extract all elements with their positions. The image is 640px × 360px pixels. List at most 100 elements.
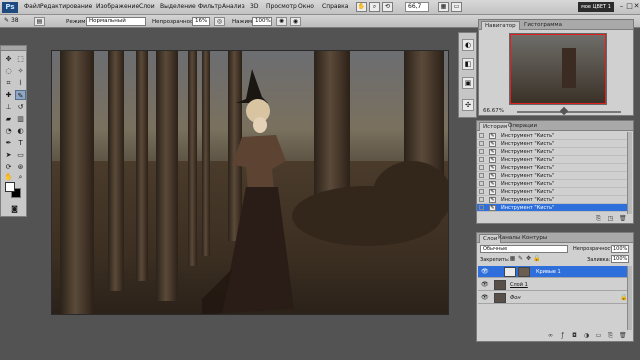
quick-mask-icon[interactable]: ◙ [9, 204, 20, 214]
pressure-opacity-icon[interactable]: ◎ [214, 17, 225, 26]
layers-scrollbar[interactable] [627, 266, 632, 330]
zoom-icon[interactable]: ⌕ [369, 2, 380, 12]
opacity-input[interactable]: 16% [192, 17, 210, 26]
3d-rotate-tool-icon[interactable]: ⟳ [3, 162, 14, 172]
history-source-checkbox[interactable] [479, 189, 484, 194]
zoom-tool-icon[interactable]: ⌕ [15, 172, 26, 182]
close-icon[interactable]: ✕ [633, 2, 640, 11]
shape-tool-icon[interactable]: ▭ [15, 150, 26, 160]
trash-icon[interactable]: 🗑 [619, 215, 627, 222]
history-source-checkbox[interactable] [479, 149, 484, 154]
color-panel-icon[interactable]: ◐ [462, 39, 474, 51]
history-item[interactable]: ✎ Инструмент "Кисть" [477, 180, 627, 188]
quick-select-tool-icon[interactable]: ✧ [15, 66, 26, 76]
arrange-documents-icon[interactable]: ▦ [438, 2, 449, 12]
menu-window[interactable]: Окно [298, 3, 314, 10]
history-brush-tool-icon[interactable]: ↺ [15, 102, 26, 112]
lock-pixels-icon[interactable]: ✎ [517, 255, 524, 262]
tab-paths[interactable]: Контуры [519, 234, 550, 243]
marquee-tool-icon[interactable]: ⬚ [15, 54, 26, 64]
path-select-tool-icon[interactable]: ➤ [3, 150, 14, 160]
layer-row-layer1[interactable]: 👁 Слой 1 [478, 279, 632, 291]
layer-opacity-input[interactable]: 100% [611, 245, 629, 253]
toolbox-grip[interactable] [1, 46, 26, 51]
history-scrollbar[interactable] [627, 132, 632, 214]
airbrush-icon[interactable]: ✺ [276, 17, 287, 26]
history-source-checkbox[interactable] [479, 133, 484, 138]
navigator-zoom-value[interactable]: 66.67% [483, 108, 504, 114]
navigator-zoom-knob[interactable] [559, 106, 569, 116]
history-item[interactable]: ✎ Инструмент "Кисть" [477, 156, 627, 164]
pen-tool-icon[interactable]: ✒ [3, 138, 14, 148]
menu-edit[interactable]: Редактирование [40, 3, 92, 10]
restore-icon[interactable]: □ [626, 2, 633, 11]
eye-icon[interactable]: 👁 [481, 269, 489, 275]
move-tool-icon[interactable]: ✥ [3, 54, 14, 64]
adjustment-layer-icon[interactable]: ◑ [583, 332, 590, 339]
eyedropper-tool-icon[interactable]: ⌇ [15, 78, 26, 88]
tab-histogram[interactable]: Гистограмма [521, 21, 565, 30]
history-item[interactable]: ✎ Инструмент "Кисть" [477, 164, 627, 172]
history-item[interactable]: ✎ Инструмент "Кисть" [477, 172, 627, 180]
tab-navigator[interactable]: Навигатор [481, 21, 520, 30]
flow-input[interactable]: 100% [252, 17, 272, 26]
3d-orbit-tool-icon[interactable]: ⊛ [15, 162, 26, 172]
dodge-tool-icon[interactable]: ◐ [15, 126, 26, 136]
trash-icon[interactable]: 🗑 [619, 332, 627, 339]
healing-tool-icon[interactable]: ✚ [3, 90, 14, 100]
history-source-checkbox[interactable] [479, 157, 484, 162]
menu-help[interactable]: Справка [322, 3, 348, 10]
adjustments-panel-icon[interactable]: ◧ [462, 58, 474, 70]
layer-style-icon[interactable]: ƒ [559, 332, 566, 339]
history-source-checkbox[interactable] [479, 181, 484, 186]
layer-mask-thumbnail[interactable] [518, 267, 530, 277]
new-group-icon[interactable]: ▭ [595, 332, 602, 339]
menu-view[interactable]: Просмотр [266, 3, 297, 10]
type-tool-icon[interactable]: T [15, 138, 26, 148]
history-item[interactable]: ✎ Инструмент "Кисть" [477, 196, 627, 204]
history-item[interactable]: ✎ Инструмент "Кисть" [477, 188, 627, 196]
history-source-checkbox[interactable] [479, 197, 484, 202]
brush-panel-icon[interactable]: ▤ [34, 17, 45, 26]
history-item-selected[interactable]: ✎ Инструмент "Кисть" [477, 204, 627, 212]
menu-image[interactable]: Изображение [96, 3, 139, 10]
lock-position-icon[interactable]: ✥ [525, 255, 532, 262]
new-layer-icon[interactable]: ⎘ [607, 332, 614, 339]
foreground-color-swatch[interactable] [5, 182, 15, 192]
rotate-view-icon[interactable]: ⟲ [382, 2, 393, 12]
lock-transparency-icon[interactable]: ▦ [509, 255, 516, 262]
eye-icon[interactable]: 👁 [481, 295, 489, 301]
layer-row-background[interactable]: 👁 Фон 🔒 [478, 292, 632, 304]
history-source-checkbox[interactable] [479, 205, 484, 210]
screen-mode-icon[interactable]: ▭ [451, 2, 462, 12]
new-document-from-state-icon[interactable]: ⎘ [595, 215, 602, 222]
navigator-thumbnail[interactable] [509, 33, 607, 105]
link-layers-icon[interactable]: ∞ [547, 332, 554, 339]
eye-icon[interactable]: 👁 [481, 282, 489, 288]
lasso-tool-icon[interactable]: ◌ [3, 66, 14, 76]
history-source-checkbox[interactable] [479, 165, 484, 170]
mode-select[interactable]: Нормальный [86, 17, 146, 26]
fill-input[interactable]: 100% [611, 255, 629, 263]
minimize-icon[interactable]: – [618, 2, 625, 11]
menu-analysis[interactable]: Анализ [222, 3, 245, 10]
history-item[interactable]: ✎ Инструмент "Кисть" [477, 140, 627, 148]
history-item[interactable]: ✎ Инструмент "Кисть" [477, 148, 627, 156]
tab-actions[interactable]: Операции [505, 122, 540, 131]
menu-file[interactable]: Файл [24, 3, 41, 10]
add-mask-icon[interactable]: ◘ [571, 332, 578, 339]
pressure-size-icon[interactable]: ◉ [290, 17, 301, 26]
blur-tool-icon[interactable]: ◔ [3, 126, 14, 136]
workspace-switcher[interactable]: мое ЦВЕТ 1 [578, 2, 614, 12]
new-snapshot-icon[interactable]: ◳ [607, 215, 614, 222]
menu-select[interactable]: Выделение [160, 3, 196, 10]
document-canvas[interactable] [51, 50, 449, 315]
eraser-tool-icon[interactable]: ▰ [3, 114, 14, 124]
lock-all-icon[interactable]: 🔒 [533, 255, 540, 262]
blend-mode-select[interactable]: Обычные [480, 245, 568, 253]
masks-panel-icon[interactable]: ▣ [462, 77, 474, 89]
clone-stamp-tool-icon[interactable]: ⊥ [3, 102, 14, 112]
zoom-level[interactable]: 66,7 [405, 2, 429, 12]
hand-icon[interactable]: ✋ [356, 2, 367, 12]
gradient-tool-icon[interactable]: ▥ [15, 114, 26, 124]
